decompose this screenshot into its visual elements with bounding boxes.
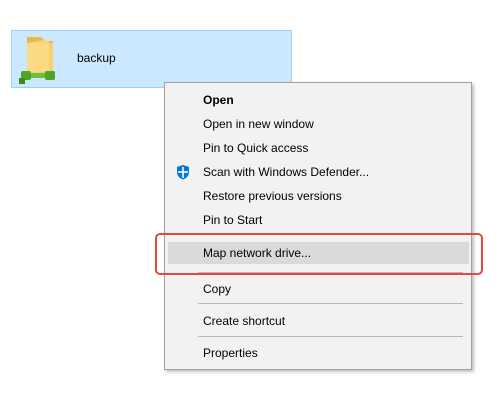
menu-item-label: Open in new window (203, 117, 314, 131)
menu-item-label: Restore previous versions (203, 189, 342, 203)
context-menu: Open Open in new window Pin to Quick acc… (164, 82, 472, 370)
menu-item-pin-start[interactable]: Pin to Start (165, 209, 471, 231)
menu-item-label: Create shortcut (203, 314, 286, 328)
menu-item-restore-versions[interactable]: Restore previous versions (165, 185, 471, 207)
menu-item-label: Copy (203, 282, 232, 296)
callout-highlight-box (155, 233, 483, 275)
folder-name: backup (77, 51, 116, 65)
menu-item-label: Scan with Windows Defender... (203, 165, 370, 179)
menu-item-create-shortcut[interactable]: Create shortcut (165, 310, 471, 332)
menu-separator (198, 336, 463, 337)
network-folder-icon (19, 37, 55, 84)
menu-item-properties[interactable]: Properties (165, 342, 471, 364)
menu-separator (198, 303, 463, 304)
menu-item-open[interactable]: Open (165, 89, 471, 111)
menu-item-copy[interactable]: Copy (165, 278, 471, 300)
folder-item-backup[interactable]: backup (11, 30, 292, 88)
menu-item-label: Properties (203, 346, 258, 360)
menu-item-label: Open (203, 93, 234, 107)
menu-item-scan-defender[interactable]: Scan with Windows Defender... (165, 161, 471, 183)
windows-defender-icon (177, 165, 189, 180)
menu-item-label: Pin to Quick access (203, 141, 309, 155)
menu-item-open-new-window[interactable]: Open in new window (165, 113, 471, 135)
menu-item-label: Pin to Start (203, 213, 263, 227)
explorer-view: backup Open Open in new window Pin to Qu… (0, 0, 502, 401)
menu-item-pin-quick-access[interactable]: Pin to Quick access (165, 137, 471, 159)
